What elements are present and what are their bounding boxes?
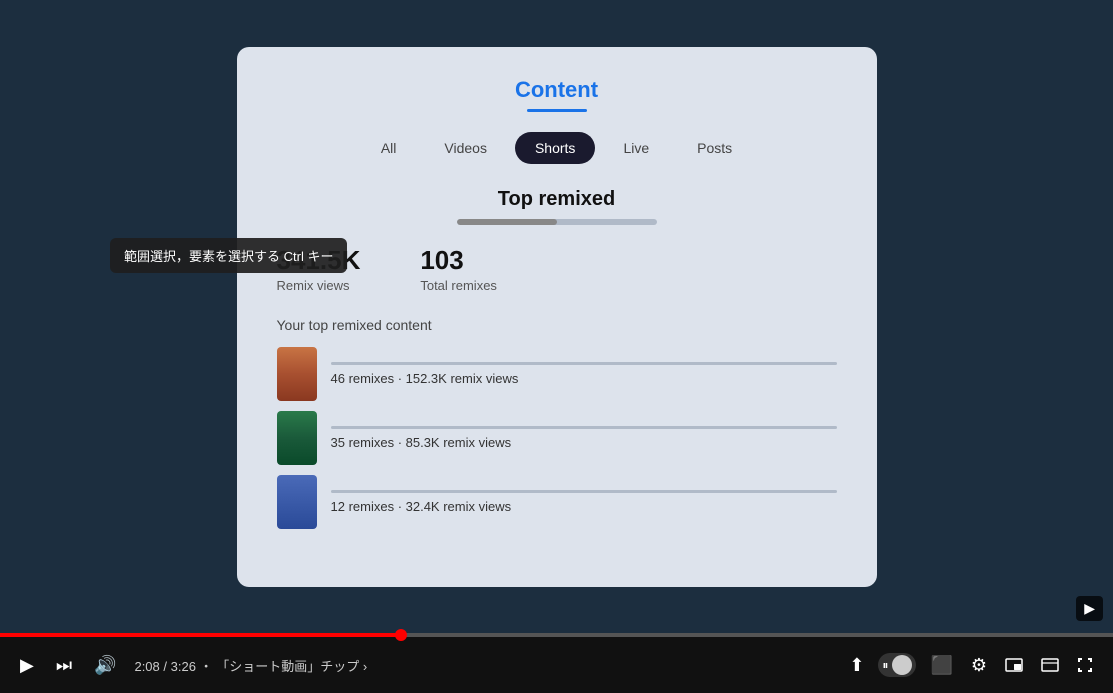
play-button[interactable]: ▶ xyxy=(16,651,38,680)
item-2-text: 35 remixes · 85.3K remix views xyxy=(331,426,837,450)
miniplayer-button[interactable] xyxy=(1001,654,1027,676)
tab-videos[interactable]: Videos xyxy=(424,132,507,164)
youtube-logo-icon: ▶ xyxy=(1084,600,1095,617)
fullscreen-icon xyxy=(1077,657,1093,673)
time-current: 2:08 xyxy=(134,659,159,674)
upload-button[interactable]: ⬆ xyxy=(845,651,868,680)
miniplayer-icon xyxy=(1005,658,1023,672)
time-total: 3:26 xyxy=(171,659,196,674)
remix-views-value: 341.5K xyxy=(277,245,361,276)
list-item: 46 remixes · 152.3K remix views xyxy=(277,347,837,401)
toggle-icon: ⏸ xyxy=(882,658,888,673)
item-3-text: 12 remixes · 32.4K remix views xyxy=(331,490,837,514)
item-1-stats: 46 remixes · 152.3K remix views xyxy=(331,371,837,386)
section-title: Top remixed xyxy=(277,188,837,211)
video-area: Content All Videos Shorts Live Posts Top… xyxy=(0,0,1113,633)
tab-all[interactable]: All xyxy=(361,132,417,164)
tabs-row: All Videos Shorts Live Posts xyxy=(277,132,837,164)
tab-posts[interactable]: Posts xyxy=(677,132,752,164)
content-title: Content xyxy=(277,77,837,103)
item-bar-1 xyxy=(331,362,837,365)
controls-row: ▶ ⏭ 🔊 2:08 / 3:26 ・ 「ショート動画」チップ › ⬆ ⏸ ⬛ … xyxy=(0,637,1113,693)
tabs-underline xyxy=(527,109,587,112)
top-content-label: Your top remixed content xyxy=(277,317,837,333)
item-1-text: 46 remixes · 152.3K remix views xyxy=(331,362,837,386)
dot-separator: ・ xyxy=(200,659,213,674)
total-remixes-value: 103 xyxy=(420,245,497,276)
progress-track[interactable] xyxy=(0,633,1113,637)
section-progress-bar xyxy=(457,219,657,225)
stat-total-remixes: 103 Total remixes xyxy=(420,245,497,293)
tabs-header: Content xyxy=(277,77,837,112)
remix-views-label: Remix views xyxy=(277,278,361,293)
progress-played xyxy=(0,633,401,637)
subtitles-button[interactable]: ⬛ xyxy=(926,651,956,680)
youtube-watermark: ▶ xyxy=(1076,596,1103,621)
content-card: Content All Videos Shorts Live Posts Top… xyxy=(237,47,877,587)
video-title: 「ショート動画」チップ xyxy=(216,659,359,674)
tab-live[interactable]: Live xyxy=(603,132,669,164)
volume-button[interactable]: 🔊 xyxy=(90,651,120,680)
time-display: 2:08 / 3:26 ・ 「ショート動画」チップ › xyxy=(134,656,367,675)
progress-dot xyxy=(395,629,407,641)
progress-fill xyxy=(457,219,557,225)
item-2-stats: 35 remixes · 85.3K remix views xyxy=(331,435,837,450)
skip-next-button[interactable]: ⏭ xyxy=(52,651,76,680)
total-remixes-label: Total remixes xyxy=(420,278,497,293)
tab-shorts[interactable]: Shorts xyxy=(515,132,595,164)
item-bar-2 xyxy=(331,426,837,429)
pause-toggle[interactable]: ⏸ xyxy=(878,653,916,677)
stats-row: 341.5K Remix views 103 Total remixes xyxy=(277,245,837,293)
item-bar-3 xyxy=(331,490,837,493)
thumbnail-1 xyxy=(277,347,317,401)
item-3-stats: 12 remixes · 32.4K remix views xyxy=(331,499,837,514)
toggle-knob xyxy=(892,655,912,675)
theater-icon xyxy=(1041,658,1059,672)
list-item: 12 remixes · 32.4K remix views xyxy=(277,475,837,529)
thumbnail-3 xyxy=(277,475,317,529)
fullscreen-button[interactable] xyxy=(1073,653,1097,677)
player-controls: ▶ ⏭ 🔊 2:08 / 3:26 ・ 「ショート動画」チップ › ⬆ ⏸ ⬛ … xyxy=(0,633,1113,693)
content-items-list: 46 remixes · 152.3K remix views 35 remix… xyxy=(277,347,837,529)
settings-button[interactable]: ⚙ xyxy=(967,651,991,680)
right-controls: ⬆ ⏸ ⬛ ⚙ xyxy=(845,651,1097,680)
stat-remix-views: 341.5K Remix views xyxy=(277,245,361,293)
list-item: 35 remixes · 85.3K remix views xyxy=(277,411,837,465)
time-separator: / xyxy=(163,659,170,674)
theater-button[interactable] xyxy=(1037,654,1063,676)
chevron-icon: › xyxy=(363,659,367,674)
thumbnail-2 xyxy=(277,411,317,465)
